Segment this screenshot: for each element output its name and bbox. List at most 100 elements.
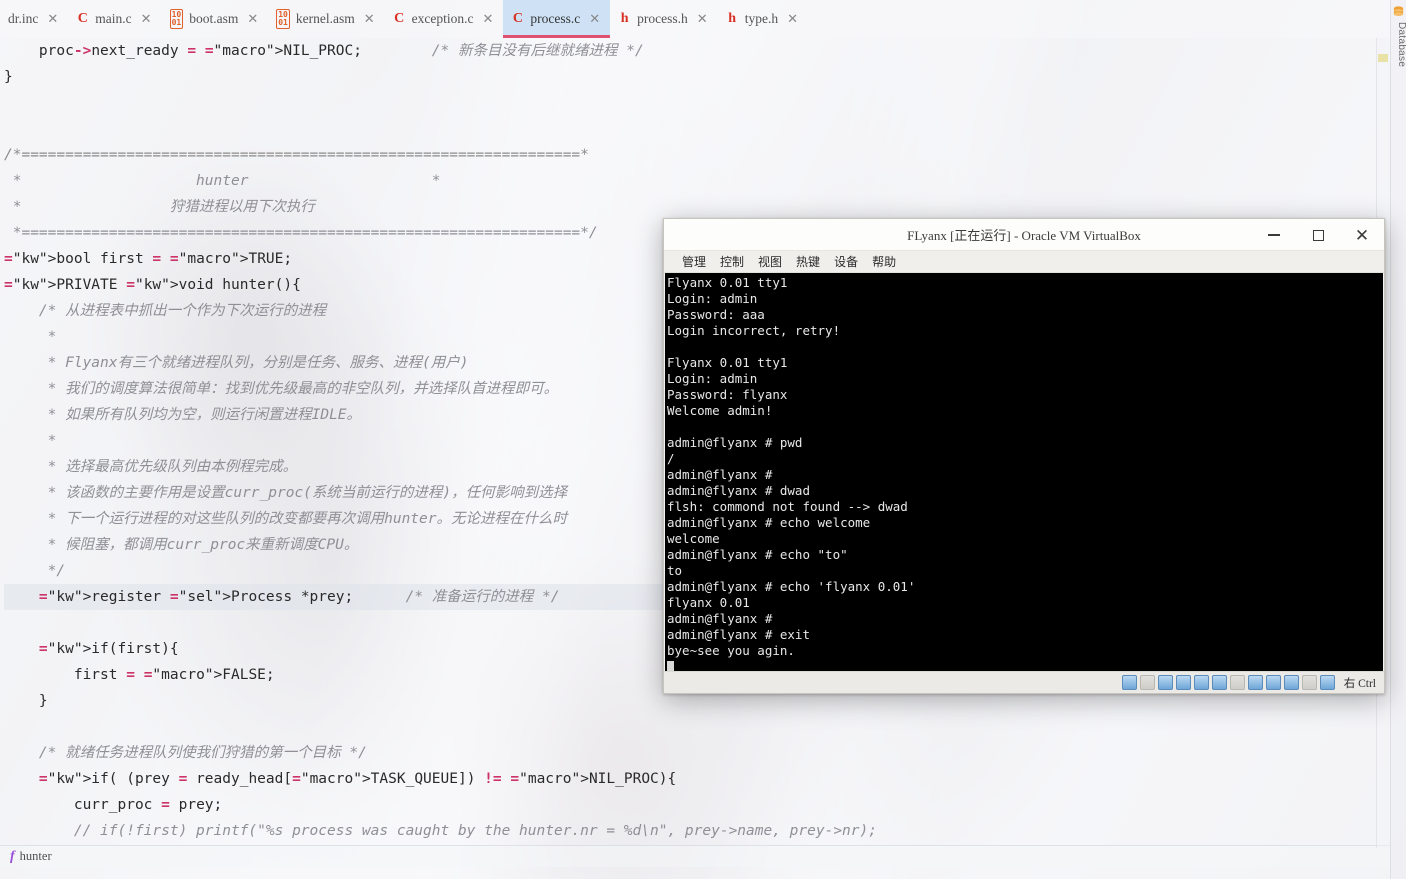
virtualbox-title-bar[interactable]: FLyanx [正在运行] - Oracle VM VirtualBox ✕	[664, 219, 1384, 251]
network-icon[interactable]	[1193, 675, 1209, 690]
maximize-button[interactable]	[1296, 219, 1340, 251]
terminal-line: to	[667, 563, 683, 578]
editor-tab-process-c[interactable]: Cprocess.c ✕	[503, 0, 611, 38]
terminal-line: admin@flyanx # echo welcome	[667, 515, 871, 530]
code-line: /*======================================…	[4, 147, 589, 163]
editor-tab-close-icon[interactable]: ✕	[787, 11, 798, 27]
editor-tab-type-h[interactable]: h type.h ✕	[718, 0, 808, 38]
code-line: * hunter *	[4, 173, 441, 189]
editor-tab-dr-inc[interactable]: dr.inc ✕	[0, 0, 68, 38]
floppy-disk-icon[interactable]	[1157, 675, 1173, 690]
terminal-line: admin@flyanx # exit	[667, 627, 810, 642]
terminal-line: welcome	[667, 531, 720, 546]
vbox-menu-item-4[interactable]: 设备	[834, 253, 858, 270]
terminal-cursor	[667, 659, 1383, 671]
mouse-icon[interactable]	[1301, 675, 1317, 690]
virtualbox-status-bar: 右 Ctrl	[664, 671, 1384, 693]
code-line: * 狩猎进程以用下次执行	[4, 199, 315, 215]
virtualbox-menu-bar: 管理 控制 视图 热键 设备 帮助	[664, 251, 1384, 273]
function-icon: f	[10, 848, 15, 864]
virtualization-icon[interactable]	[1283, 675, 1299, 690]
code-line: ="kw">if( (prey = ready_head[="macro">TA…	[38, 771, 677, 787]
editor-tab-label: dr.inc	[8, 11, 39, 26]
c-file-icon: C	[394, 11, 405, 26]
terminal-line: admin@flyanx # pwd	[667, 435, 803, 450]
terminal-line: /	[667, 451, 675, 466]
editor-tab-close-icon[interactable]: ✕	[483, 11, 494, 27]
editor-tab-close-icon[interactable]: ✕	[47, 11, 58, 27]
vbox-menu-item-5[interactable]: 帮助	[872, 253, 896, 270]
editor-tab-close-icon[interactable]: ✕	[697, 11, 708, 27]
terminal-line: admin@flyanx # echo "to"	[667, 547, 848, 562]
screen: dr.inc ✕ Cmain.c ✕ 10 01 boot.asm ✕ 10 01 kernel.a…	[0, 0, 1406, 879]
h-file-icon: h	[620, 11, 629, 26]
breadcrumb[interactable]: f hunter	[0, 845, 1390, 867]
terminal-line: admin@flyanx # echo 'flyanx 0.01'	[667, 579, 916, 594]
editor-tab-boot-asm[interactable]: 10 01 boot.asm ✕	[162, 0, 269, 38]
keyboard-icon[interactable]	[1319, 675, 1335, 690]
breadcrumb-label: hunter	[19, 849, 52, 863]
asm-file-icon: 10 01	[169, 9, 184, 29]
editor-tab-label: main.c	[95, 11, 132, 26]
h-file-icon: h	[728, 11, 737, 26]
close-button[interactable]: ✕	[1340, 219, 1384, 251]
code-line: /* 就绪任务进程队列使我们狩猎的第一个目标 */	[4, 745, 367, 761]
editor-tab-exception-c[interactable]: Cexception.c ✕	[385, 0, 504, 38]
hard-disk-icon[interactable]	[1121, 675, 1137, 690]
vbox-menu-item-2[interactable]: 视图	[758, 253, 782, 270]
window-controls: ✕	[1252, 219, 1384, 251]
code-line: }	[4, 69, 13, 85]
terminal-line: admin@flyanx # dwad	[667, 483, 810, 498]
terminal-line: Login incorrect, retry!	[667, 323, 841, 338]
code-line: proc->next_ready = ="macro">NIL_PROC; /*…	[4, 43, 644, 59]
editor-tab-close-icon[interactable]: ✕	[141, 11, 152, 27]
optical-disk-icon[interactable]	[1139, 675, 1155, 690]
editor-tab-bar: dr.inc ✕ Cmain.c ✕ 10 01 boot.asm ✕ 10 01 kernel.a…	[0, 0, 1406, 38]
video-capture-icon[interactable]	[1265, 675, 1281, 690]
c-file-icon: C	[77, 11, 88, 26]
editor-tab-close-icon[interactable]: ✕	[589, 11, 600, 27]
terminal-line: admin@flyanx #	[667, 467, 773, 482]
terminal-line: flsh: commond not found --> dwad	[667, 499, 908, 514]
code-line: // if(!first) printf("%s process was cau…	[4, 823, 877, 839]
terminal-line: admin@flyanx #	[667, 611, 773, 626]
terminal-line: Login: admin	[667, 291, 758, 306]
terminal-line: Login: admin	[667, 371, 758, 386]
vbox-menu-item-3[interactable]: 热键	[796, 253, 820, 270]
code-line: curr_proc = prey;	[4, 797, 223, 813]
editor-tab-label: boot.asm	[189, 11, 239, 26]
editor-tab-kernel-asm[interactable]: 10 01 kernel.asm ✕	[268, 0, 384, 38]
host-key-label: 右 Ctrl	[1343, 677, 1376, 690]
usb-icon[interactable]	[1211, 675, 1227, 690]
terminal-line: flyanx 0.01	[667, 595, 750, 610]
inspection-marker-warning[interactable]	[1378, 54, 1388, 62]
editor-tab-label: process.c	[530, 11, 581, 26]
vm-terminal-screen[interactable]: Flyanx 0.01 tty1 Login: admin Password: aa…	[665, 273, 1383, 671]
virtualbox-window[interactable]: FLyanx [正在运行] - Oracle VM VirtualBox ✕ 管…	[663, 218, 1385, 694]
editor-tab-main-c[interactable]: Cmain.c ✕	[68, 0, 161, 38]
editor-tab-label: process.h	[637, 11, 688, 26]
vbox-menu-item-1[interactable]: 控制	[720, 253, 744, 270]
editor-tab-label: type.h	[744, 11, 779, 26]
editor-tab-process-h[interactable]: h process.h ✕	[610, 0, 718, 38]
minimize-button[interactable]	[1252, 219, 1296, 251]
right-tool-window-strip[interactable]: Database	[1390, 0, 1406, 879]
terminal-line: Flyanx 0.01 tty1	[667, 275, 788, 290]
editor-tab-close-icon[interactable]: ✕	[364, 11, 375, 27]
c-file-icon: C	[512, 11, 523, 26]
display-icon[interactable]	[1247, 675, 1263, 690]
shared-folder-icon[interactable]	[1229, 675, 1245, 690]
editor-tab-label: exception.c	[411, 11, 474, 26]
editor-tab-label: kernel.asm	[295, 11, 355, 26]
vbox-menu-item-0[interactable]: 管理	[682, 253, 706, 270]
terminal-line: Password: aaa	[667, 307, 765, 322]
audio-icon[interactable]	[1175, 675, 1191, 690]
editor-tab-close-icon[interactable]: ✕	[247, 11, 258, 27]
asm-file-icon: 10 01	[276, 9, 290, 29]
tool-window-label-database[interactable]: Database	[1391, 22, 1406, 67]
